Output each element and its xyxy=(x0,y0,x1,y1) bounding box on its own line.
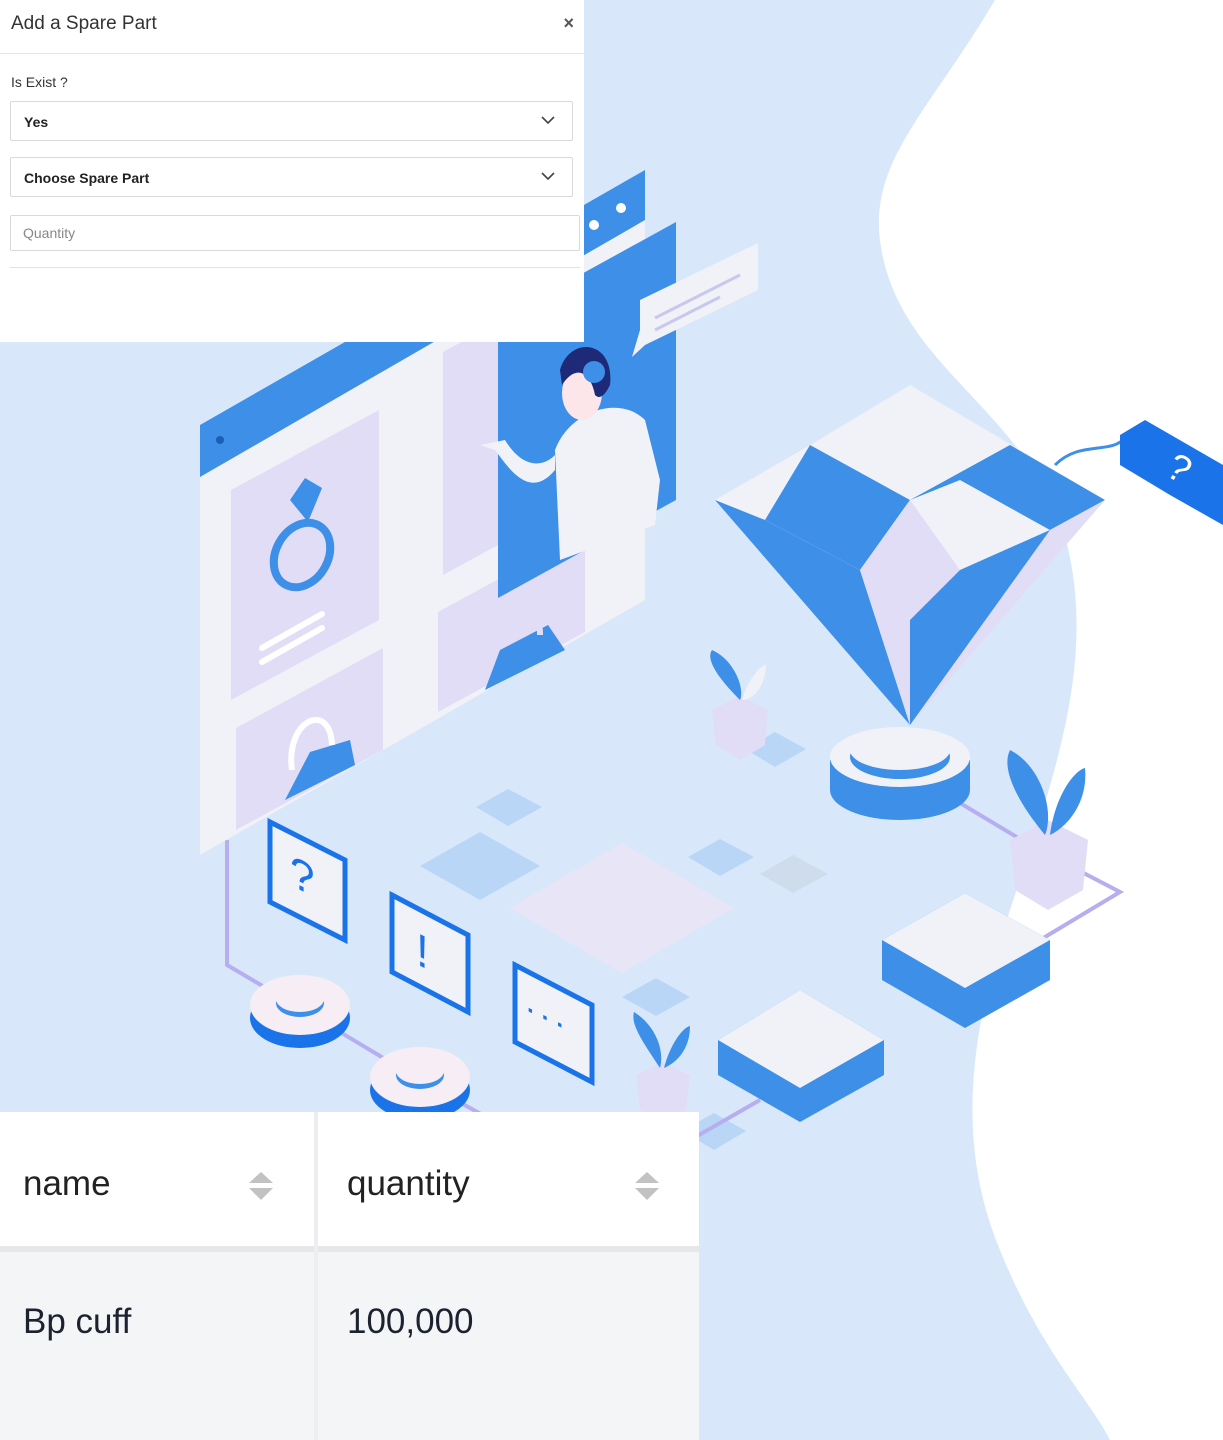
modal-divider xyxy=(10,267,580,268)
column-separator xyxy=(314,1112,318,1440)
modal-title: Add a Spare Part xyxy=(11,13,157,34)
pedestal-inner xyxy=(850,730,950,770)
cell-quantity: 100,000 xyxy=(347,1302,474,1341)
sort-icon[interactable] xyxy=(632,1170,662,1202)
close-button[interactable]: × xyxy=(563,12,574,34)
column-header-label: name xyxy=(23,1164,111,1203)
modal-header: Add a Spare Part × xyxy=(0,0,584,54)
is-exist-select[interactable]: Yes xyxy=(10,101,573,141)
disk-node xyxy=(370,1047,470,1120)
cell-name: Bp cuff xyxy=(23,1302,132,1341)
column-header-quantity[interactable]: quantity xyxy=(318,1112,699,1246)
window-dot xyxy=(616,203,626,213)
tag-string xyxy=(1053,436,1127,467)
column-header-label: quantity xyxy=(347,1164,470,1203)
table-row[interactable]: Bp cuff 100,000 xyxy=(0,1252,699,1440)
chevron-down-icon xyxy=(541,172,555,181)
quantity-input[interactable] xyxy=(10,215,580,251)
product-card xyxy=(443,322,498,575)
chevron-down-icon xyxy=(541,116,555,125)
disk-node xyxy=(250,975,350,1048)
is-exist-selected-value: Yes xyxy=(24,114,49,130)
headset-icon xyxy=(583,361,605,383)
window-dot xyxy=(589,220,599,230)
sort-icon[interactable] xyxy=(246,1170,276,1202)
spare-parts-table: name quantity Bp cuff 100,000 xyxy=(0,1112,699,1440)
column-header-name[interactable]: name xyxy=(0,1112,314,1246)
spare-part-selected-value: Choose Spare Part xyxy=(24,170,150,186)
exclamation-mark-glyph: ! xyxy=(416,921,429,981)
spare-part-select[interactable]: Choose Spare Part xyxy=(10,157,573,197)
window-dot xyxy=(216,436,224,444)
add-spare-part-modal: Add a Spare Part × Is Exist ? Yes Choose… xyxy=(0,0,584,342)
is-exist-label: Is Exist ? xyxy=(11,74,68,90)
